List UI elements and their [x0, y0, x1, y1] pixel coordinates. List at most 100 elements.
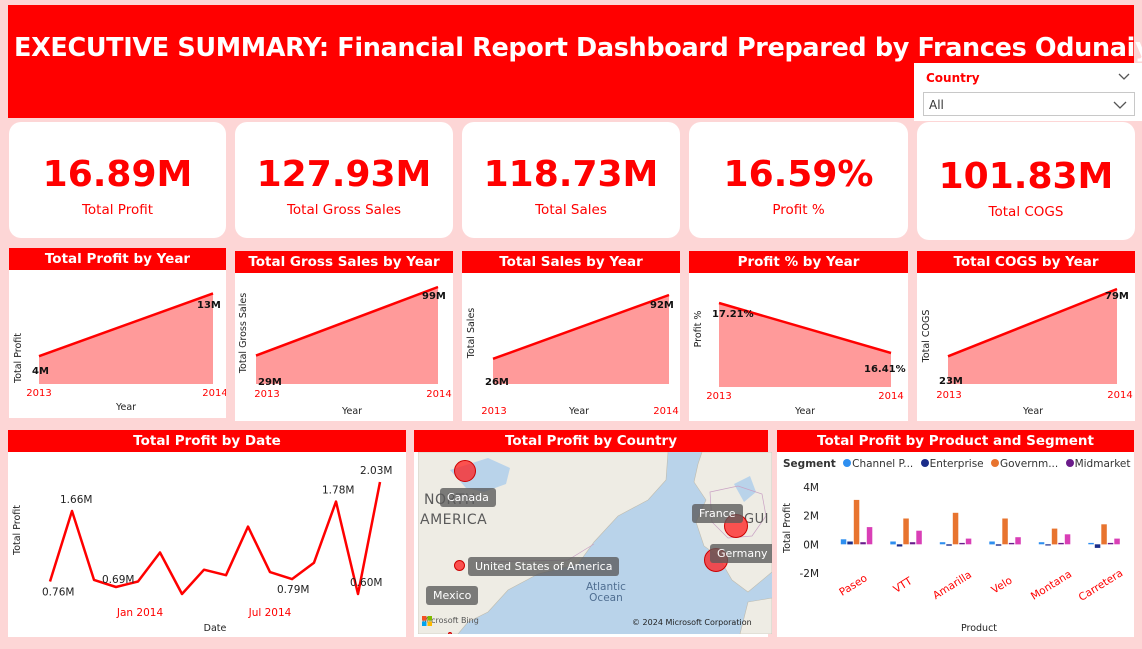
- data-label: 4M: [32, 366, 49, 377]
- chart-profit-by-country: Total Profit by Country NORTH AMERICA At…: [414, 430, 772, 637]
- x-tick-label: Jul 2014: [248, 607, 292, 619]
- area-fill: [256, 287, 438, 384]
- map-bubble-usa[interactable]: [454, 560, 465, 571]
- y-axis-title: Total Gross Sales: [238, 293, 249, 374]
- x-axis-title: Year: [568, 406, 589, 417]
- kpi-card-total-sales: 118.73M Total Sales: [462, 122, 680, 238]
- chart-svg: 26M 92M 2013 2014 Year Total Sales: [466, 293, 679, 417]
- data-label: 92M: [650, 300, 674, 311]
- bar: [1107, 542, 1114, 545]
- map-label-mexico[interactable]: Mexico: [426, 586, 479, 605]
- data-label: 17.21%: [712, 309, 754, 320]
- country-slicer[interactable]: Country All: [914, 63, 1142, 121]
- y-tick-label: -2M: [799, 568, 819, 580]
- area-fill: [948, 289, 1117, 384]
- data-label: 23M: [939, 376, 963, 387]
- header-banner: EXECUTIVE SUMMARY: Financial Report Dash…: [8, 5, 1142, 121]
- x-tick-label: VTT: [891, 575, 915, 596]
- y-axis-title: Profit %: [693, 311, 704, 348]
- x-axis-title: Year: [341, 406, 362, 417]
- bar: [853, 499, 860, 545]
- data-label: 16.41%: [864, 364, 906, 375]
- x-tick-label: Amarilla: [931, 569, 974, 602]
- bar: [840, 539, 847, 545]
- bar: [1002, 518, 1008, 545]
- data-label: 79M: [1105, 291, 1129, 302]
- kpi-card-total-gross-sales: 127.93M Total Gross Sales: [235, 122, 453, 238]
- chart-svg: 17.21% 16.41% 2013 2014 Year Profit %: [693, 301, 906, 417]
- bar: [896, 544, 903, 547]
- map-text-america: AMERICA: [420, 512, 488, 528]
- chart-svg: 0.76M 1.66M 0.69M 0.79M 1.78M 0.60M 2.03M Jan 2…: [12, 465, 392, 634]
- x-tick-label: Carretera: [1077, 567, 1126, 604]
- x-tick-label: Paseo: [837, 572, 869, 598]
- chevron-down-icon[interactable]: [1113, 101, 1127, 109]
- x-axis-title: Year: [115, 402, 136, 413]
- bar: [909, 542, 916, 545]
- chart-profit-by-product-segment: Total Profit by Product and Segment Segm…: [777, 430, 1134, 637]
- kpi-card-total-profit: 16.89M Total Profit: [9, 122, 226, 238]
- map-canvas[interactable]: NORTH AMERICA AtlanticOcean GUI Canada U…: [418, 452, 772, 634]
- chart-title: Total Profit by Country: [414, 430, 768, 452]
- kpi-card-profit-percent: 16.59% Profit %: [689, 122, 908, 238]
- chart-cogs-by-year: Total COGS by Year 23M 79M 2013 2014 Year Tot…: [917, 251, 1135, 421]
- microsoft-logo-icon: [422, 616, 432, 626]
- area-fill: [39, 293, 213, 384]
- ocean-label-line2: Ocean: [589, 592, 623, 604]
- bar: [946, 544, 952, 546]
- chart-profit-by-date: Total Profit by Date 0.76M 1.66M 0.69M 0.79…: [8, 430, 406, 637]
- map-label-canada[interactable]: Canada: [440, 488, 496, 507]
- bar: [1051, 528, 1058, 545]
- x-axis-title: Year: [794, 406, 815, 417]
- y-axis-title: Total COGS: [921, 310, 932, 364]
- map-label-usa[interactable]: United States of America: [468, 557, 620, 576]
- bar: [1058, 542, 1064, 545]
- bar: [1094, 544, 1101, 548]
- bar: [1064, 534, 1071, 545]
- x-tick-label: 2013: [936, 390, 961, 401]
- x-tick-label: Jan 2014: [116, 607, 164, 619]
- map-label-france[interactable]: France: [692, 504, 743, 523]
- chevron-down-icon[interactable]: [1118, 73, 1130, 81]
- map-label-germany[interactable]: Germany: [710, 544, 772, 563]
- x-tick-label: Montana: [1029, 568, 1074, 602]
- data-label: 0.60M: [350, 577, 382, 589]
- y-axis-title: Total Profit: [12, 505, 23, 556]
- map-copyright: © 2024 Microsoft Corporation: [632, 618, 752, 627]
- data-label: 1.66M: [60, 494, 92, 506]
- map-text-atlantic: Atlantic Ocean: [586, 582, 626, 604]
- y-tick-label: 0M: [803, 539, 819, 551]
- y-tick-label: 2M: [803, 511, 819, 523]
- series-line: [48, 481, 382, 596]
- bar: [989, 541, 995, 545]
- data-label: 2.03M: [360, 465, 392, 477]
- data-label: 1.78M: [322, 485, 354, 497]
- kpi-label: Total COGS: [988, 204, 1064, 220]
- bar: [1088, 542, 1094, 545]
- chart-profit-pct-by-year: Profit % by Year 17.21% 16.41% 2013 2014 Yea…: [689, 251, 908, 421]
- chart-svg: 4M 2M 0M -2M Paseo VTT Amarilla Velo Montana Carr…: [782, 482, 1126, 634]
- y-axis-title: Total Sales: [466, 308, 477, 360]
- bar: [952, 512, 959, 545]
- y-tick-label: 4M: [803, 482, 819, 494]
- x-tick-label: Velo: [989, 574, 1014, 596]
- country-dropdown[interactable]: All: [923, 92, 1135, 116]
- slicer-selected-value: All: [929, 98, 944, 112]
- bar: [890, 541, 896, 545]
- data-label: 0.76M: [42, 586, 74, 598]
- kpi-card-total-cogs: 101.83M Total COGS: [917, 122, 1135, 240]
- x-axis-title: Year: [1022, 406, 1043, 417]
- bar: [916, 530, 922, 545]
- chart-svg: 23M 79M 2013 2014 Year Total COGS: [921, 287, 1133, 417]
- kpi-value: 127.93M: [256, 154, 432, 195]
- map-bubble-mexico[interactable]: [448, 632, 452, 634]
- data-label: 0.79M: [277, 584, 309, 596]
- y-axis-title: Total Profit: [13, 333, 24, 384]
- x-tick-label: 2014: [878, 391, 903, 402]
- map-bubble-canada[interactable]: [454, 460, 476, 482]
- kpi-value: 101.83M: [938, 156, 1114, 197]
- y-axis-title: Total Profit: [782, 503, 793, 554]
- chart-svg: 4M 13M 2013 2014 Year Total Profit: [13, 292, 226, 413]
- kpi-value: 16.89M: [42, 154, 193, 195]
- chart-gross-sales-by-year: Total Gross Sales by Year 29M 99M 2013 2014…: [235, 251, 453, 421]
